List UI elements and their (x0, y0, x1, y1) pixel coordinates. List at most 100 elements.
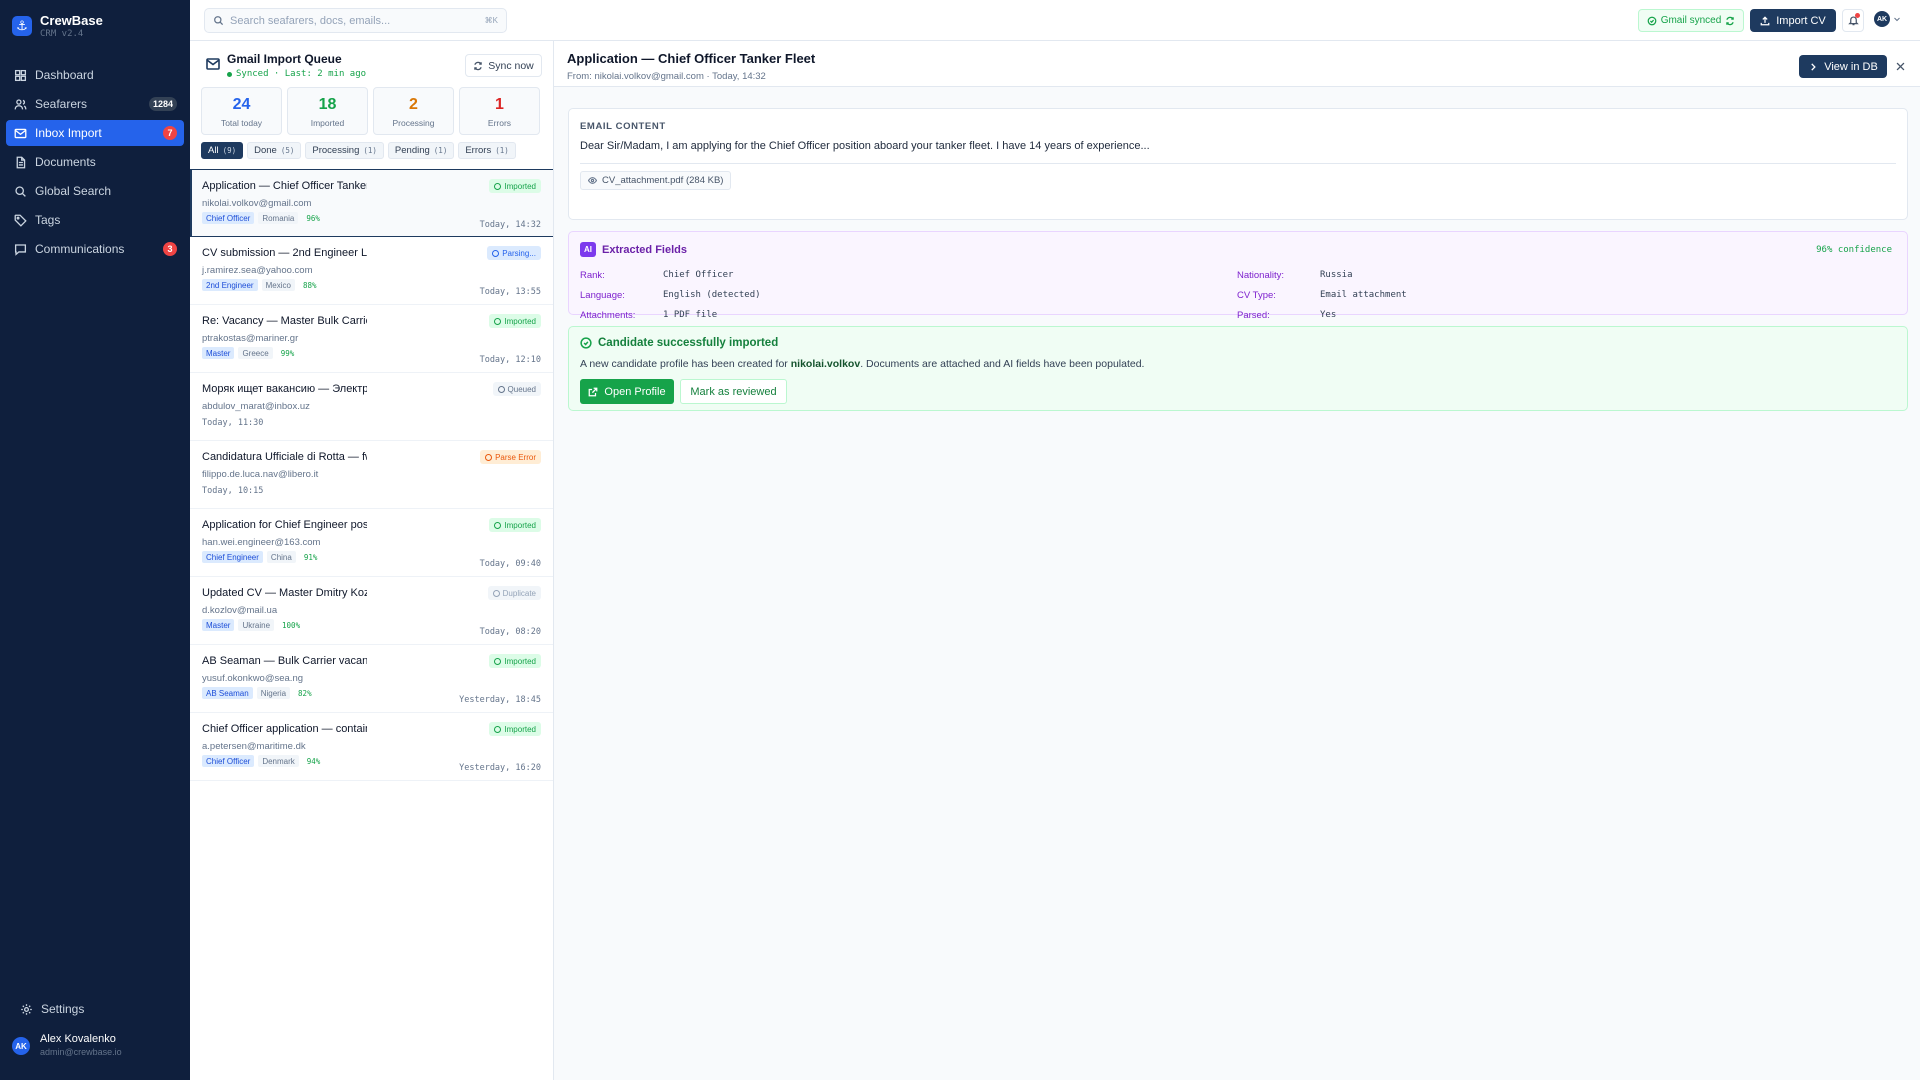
close-icon (1896, 62, 1905, 71)
field-key: Nationality: (1237, 270, 1284, 281)
filter-label: Processing (312, 145, 360, 156)
import-queue-panel: Gmail Import Queue Synced · Last: 2 min … (190, 41, 554, 1080)
sidebar-item-global-search[interactable]: Global Search (6, 178, 184, 204)
status-dot (227, 71, 232, 77)
rank-tag: Chief Engineer (202, 551, 263, 563)
sender-email: nikolai.volkov@gmail.com (202, 198, 312, 209)
country-tag: Mexico (261, 279, 295, 291)
attachment-chip[interactable]: CV_attachment.pdf (284 KB) (580, 171, 732, 190)
sidebar-item-label: Documents (35, 155, 96, 169)
global-search[interactable]: ⌘K (204, 8, 507, 33)
status-label: Imported (504, 181, 536, 191)
status-label: Imported (504, 656, 536, 666)
extracted-fields-title: Extracted Fields (602, 244, 687, 256)
stat-value: 2 (409, 96, 418, 113)
email-list-item[interactable]: Chief Officer application — container Imp… (190, 713, 553, 781)
field-key: Language: (580, 290, 625, 301)
sidebar-item-settings[interactable]: Settings (12, 996, 178, 1022)
status-icon (494, 317, 502, 325)
filter-all[interactable]: All (9) (201, 142, 244, 159)
sender-email: han.wei.engineer@163.com (202, 537, 321, 548)
chat-icon (13, 242, 27, 256)
email-list-item[interactable]: Моряк ищет вакансию — Электрик Queued abdu… (190, 373, 553, 441)
status-icon (494, 521, 502, 529)
upload-icon (1760, 15, 1770, 25)
sidebar-item-inbox-import[interactable]: Inbox Import 7 (6, 120, 184, 146)
rank-tag: 2nd Engineer (202, 279, 258, 291)
gmail-sync-status[interactable]: Gmail synced (1638, 9, 1744, 32)
sidebar: ⚓ CrewBase CRM v2.4 Dashboard Seafarers … (0, 0, 190, 1080)
notification-dot (1855, 13, 1860, 18)
sidebar-item-seafarers[interactable]: Seafarers 1284 (6, 91, 184, 117)
brand-version: CRM v2.4 (40, 28, 84, 39)
extracted-tags: Chief Engineer China 91% (202, 551, 321, 563)
sidebar-item-label: Communications (35, 242, 125, 256)
status-icon (485, 453, 493, 461)
brand[interactable]: ⚓ CrewBase CRM v2.4 (0, 0, 190, 52)
stat-label: Total today (220, 118, 263, 128)
open-profile-button[interactable]: Open Profile (580, 379, 674, 404)
document-icon (13, 155, 27, 169)
field-value: Email attachment (1320, 290, 1407, 300)
filter-done[interactable]: Done (5) (247, 142, 302, 159)
received-time: Today, 10:15 (202, 486, 264, 496)
queue-header: Gmail Import Queue Synced · Last: 2 min … (190, 41, 553, 83)
received-time: Today, 09:40 (479, 559, 541, 569)
sidebar-item-documents[interactable]: Documents (6, 149, 184, 175)
confidence-tag: 94% (306, 756, 321, 766)
country-tag: Greece (238, 347, 273, 359)
attachment-name: CV_attachment.pdf (284 KB) (602, 175, 724, 186)
mark-reviewed-button[interactable]: Mark as reviewed (680, 379, 787, 404)
email-list-item[interactable]: CV submission — 2nd Engineer LNG Parsing.… (190, 237, 553, 305)
search-input[interactable] (230, 14, 485, 27)
stat-value: 1 (495, 96, 504, 113)
topbar: ⌘K Gmail synced Import CV AK (190, 0, 1920, 41)
filter-count: (1) (433, 146, 448, 155)
stat-value: 18 (318, 96, 337, 113)
email-list-item[interactable]: Updated CV — Master Dmitry Kozlov Duplica… (190, 577, 553, 645)
filter-processing[interactable]: Processing (1) (305, 142, 384, 159)
sync-now-button[interactable]: Sync now (465, 54, 542, 77)
sidebar-item-label: Seafarers (35, 97, 88, 111)
email-subject: Re: Vacancy — Master Bulk Carrier (202, 315, 367, 327)
country-tag: China (266, 551, 296, 563)
filter-label: All (208, 145, 219, 156)
email-list-item[interactable]: Candidatura Ufficiale di Rotta — fwd Pars… (190, 441, 553, 509)
stat-label: Errors (487, 118, 512, 128)
user-email: admin@crewbase.io (40, 1047, 122, 1057)
sidebar-item-label: Settings (41, 1002, 85, 1016)
sidebar-item-label: Global Search (35, 184, 112, 198)
email-subject: AB Seaman — Bulk Carrier vacancy (202, 655, 367, 667)
user-profile[interactable]: AK Alex Kovalenko admin@crewbase.io (12, 1033, 122, 1059)
user-menu[interactable]: AK (1874, 11, 1901, 27)
email-list-item[interactable]: Application — Chief Officer Tanker Fleet… (190, 169, 553, 237)
close-detail-button[interactable] (1895, 60, 1906, 71)
status-icon (497, 385, 505, 393)
check-circle-icon (580, 337, 592, 349)
email-list-item[interactable]: Re: Vacancy — Master Bulk Carrier Importe… (190, 305, 553, 373)
field-key: Rank: (580, 270, 605, 281)
view-in-db-button[interactable]: View in DB (1799, 55, 1887, 78)
sidebar-item-dashboard[interactable]: Dashboard (6, 62, 184, 88)
view-in-db-label: View in DB (1824, 60, 1878, 73)
filter-errors[interactable]: Errors (1) (458, 142, 516, 159)
sidebar-item-communications[interactable]: Communications 3 (6, 236, 184, 262)
queue-sync-status: Synced · Last: 2 min ago (227, 69, 366, 79)
stat-value: 24 (232, 96, 251, 113)
email-body: Dear Sir/Madam, I am applying for the Ch… (580, 140, 1150, 152)
confidence-label: 96% confidence (1816, 245, 1892, 255)
email-list-item[interactable]: Application for Chief Engineer position I… (190, 509, 553, 577)
sidebar-item-tags[interactable]: Tags (6, 207, 184, 233)
status-label: Parse Error (495, 452, 536, 462)
candidate-name: nikolai.volkov (790, 358, 861, 370)
email-list-item[interactable]: AB Seaman — Bulk Carrier vacancy Imported… (190, 645, 553, 713)
status-badge: Queued (492, 382, 541, 396)
filter-label: Pending (394, 145, 430, 156)
email-content-card: EMAIL CONTENT Dear Sir/Madam, I am apply… (568, 108, 1908, 220)
email-sender: From: nikolai.volkov@gmail.com · Today, … (567, 71, 766, 82)
import-cv-button[interactable]: Import CV (1750, 9, 1836, 32)
filter-pending[interactable]: Pending (1) (387, 142, 455, 159)
confidence-tag: 96% (306, 213, 320, 223)
notifications-button[interactable] (1842, 9, 1864, 32)
section-label: EMAIL CONTENT (580, 121, 666, 132)
